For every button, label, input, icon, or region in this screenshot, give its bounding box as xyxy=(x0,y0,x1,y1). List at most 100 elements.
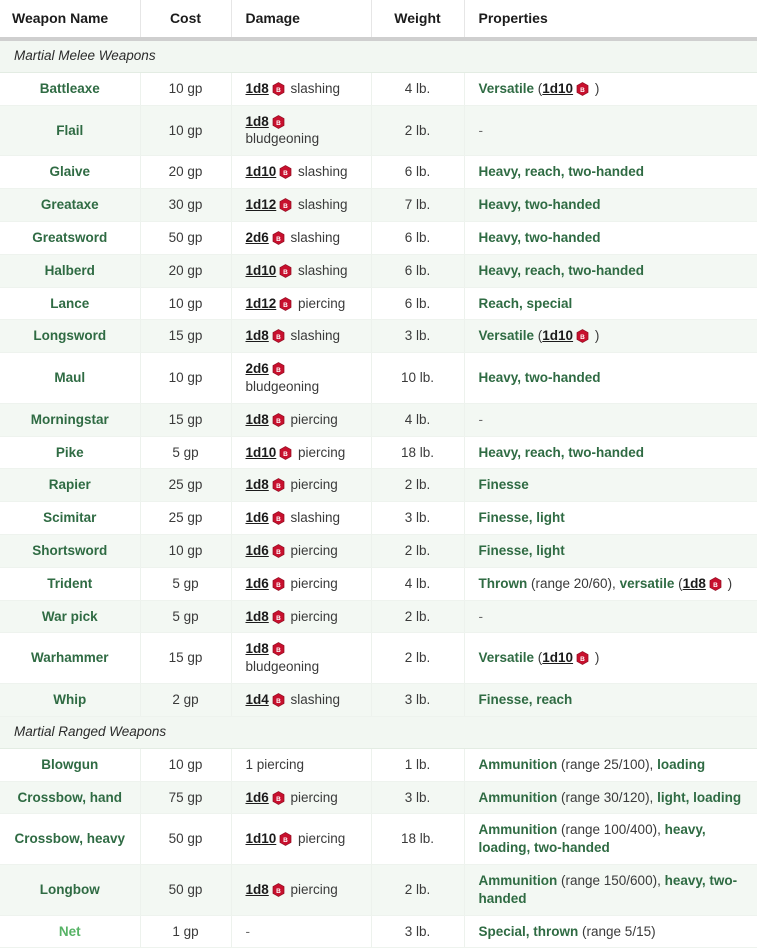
property-link[interactable]: Finesse, light xyxy=(479,510,565,525)
cell-damage: 1d8 B slashing xyxy=(231,72,372,106)
damage-dice-link[interactable]: 2d6 xyxy=(246,230,269,245)
damage-type-text: slashing xyxy=(294,164,348,180)
weapon-name-link[interactable]: Glaive xyxy=(49,164,90,179)
cell-weight: 6 lb. xyxy=(371,221,465,255)
damage-type-text: piercing xyxy=(294,295,346,311)
property-range-text: (range 150/600), xyxy=(557,872,665,888)
property-link[interactable]: Reach, special xyxy=(479,296,573,311)
property-link[interactable]: loading xyxy=(657,757,705,772)
damage-dice-link[interactable]: 1d8 xyxy=(246,328,269,343)
property-link[interactable]: Ammunition xyxy=(479,873,558,888)
damage-type-text: slashing xyxy=(286,328,341,344)
weapon-name-link[interactable]: Longbow xyxy=(40,882,100,897)
property-link[interactable]: Thrown xyxy=(479,576,528,591)
property-link[interactable]: Versatile xyxy=(479,650,535,665)
property-dice-link[interactable]: 1d10 xyxy=(542,650,573,665)
property-link[interactable]: Heavy, two-handed xyxy=(479,230,601,245)
cell-properties: Heavy, reach, two-handed xyxy=(464,155,757,190)
property-link[interactable]: Special, thrown xyxy=(479,924,579,939)
damage-dice-link[interactable]: 1d10 xyxy=(246,164,277,179)
weapon-name-link[interactable]: Warhammer xyxy=(31,650,109,665)
dice-roll-icon: B xyxy=(279,445,292,460)
property-link[interactable]: Finesse, light xyxy=(479,543,565,558)
weapon-name-link[interactable]: Battleaxe xyxy=(40,81,100,96)
cell-weight: 4 lb. xyxy=(371,72,465,106)
weapon-name-link[interactable]: Greatsword xyxy=(32,230,107,245)
damage-dice-link[interactable]: 1d6 xyxy=(246,576,269,591)
property-link[interactable]: Versatile xyxy=(479,328,535,343)
property-dice-link[interactable]: 1d10 xyxy=(542,328,573,343)
svg-text:B: B xyxy=(276,236,281,243)
damage-dice-link[interactable]: 1d10 xyxy=(246,445,277,460)
damage-dice-link[interactable]: 1d6 xyxy=(246,790,269,805)
weapon-name-link[interactable]: Greataxe xyxy=(41,197,99,212)
cell-properties: Versatile (1d10 B ) xyxy=(464,72,757,106)
weapon-name-link[interactable]: Rapier xyxy=(49,477,91,492)
cell-damage: 2d6 B bludgeoning xyxy=(231,352,372,404)
damage-dice-link[interactable]: 1d8 xyxy=(246,641,269,656)
property-link[interactable]: Heavy, reach, two-handed xyxy=(479,445,645,460)
cell-damage: 2d6 B slashing xyxy=(231,221,372,255)
property-link[interactable]: Heavy, reach, two-handed xyxy=(479,164,645,179)
cell-cost: 10 gp xyxy=(140,105,232,157)
damage-dice-link[interactable]: 1d8 xyxy=(246,412,269,427)
weapon-name-link[interactable]: Flail xyxy=(56,123,83,138)
property-link[interactable]: Ammunition xyxy=(479,822,558,837)
property-link[interactable]: Ammunition xyxy=(479,790,558,805)
property-link[interactable]: versatile xyxy=(620,576,675,591)
property-link[interactable]: light, loading xyxy=(657,790,741,805)
damage-dice-link[interactable]: 1d12 xyxy=(246,296,277,311)
cell-weight: 7 lb. xyxy=(371,188,465,222)
weapon-name-link[interactable]: Pike xyxy=(56,445,84,460)
property-dice-link[interactable]: 1d10 xyxy=(542,81,573,96)
weapon-name-link[interactable]: Morningstar xyxy=(31,412,109,427)
weapon-name-link[interactable]: War pick xyxy=(42,609,98,624)
weapon-name-link[interactable]: Maul xyxy=(54,370,85,385)
damage-dice-link[interactable]: 1d6 xyxy=(246,510,269,525)
weapon-name-link[interactable]: Trident xyxy=(47,576,92,591)
dice-roll-icon: B xyxy=(279,198,292,212)
weapon-name-link[interactable]: Lance xyxy=(50,296,89,311)
damage-dice-link[interactable]: 1d8 xyxy=(246,81,269,96)
weapon-name-link[interactable]: Crossbow, hand xyxy=(17,790,122,805)
weapon-name-link[interactable]: Longsword xyxy=(33,328,106,343)
damage-dice-link[interactable]: 1d8 xyxy=(246,882,269,897)
property-link[interactable]: Finesse, reach xyxy=(479,692,573,707)
cell-weight: 3 lb. xyxy=(371,781,465,815)
table-row: Lance 10 gp 1d12 B piercing 6 lb. Reach, spec… xyxy=(0,287,757,321)
property-dice-link[interactable]: 1d8 xyxy=(683,576,706,591)
damage-dice-link[interactable]: 1d8 xyxy=(246,114,269,129)
damage-dice-link[interactable]: 2d6 xyxy=(246,361,269,376)
property-link[interactable]: Ammunition xyxy=(479,757,558,772)
property-link[interactable]: Versatile xyxy=(479,81,535,96)
cell-cost: 10 gp xyxy=(140,352,232,404)
cell-weapon-name: Glaive xyxy=(0,155,141,190)
damage-dice-link[interactable]: 1d10 xyxy=(246,263,277,278)
damage-dice-link[interactable]: 1d12 xyxy=(246,197,277,212)
cell-weapon-name: Greatsword xyxy=(0,221,141,255)
weapon-name-link[interactable]: Crossbow, heavy xyxy=(14,831,125,846)
damage-dice-link[interactable]: 1d8 xyxy=(246,477,269,492)
weapon-name-link[interactable]: Shortsword xyxy=(32,543,107,558)
damage-dice-link[interactable]: 1d10 xyxy=(246,831,277,846)
cell-cost: 50 gp xyxy=(140,813,232,865)
damage-dice-link[interactable]: 1d6 xyxy=(246,543,269,558)
property-link[interactable]: Heavy, two-handed xyxy=(479,370,601,385)
property-link[interactable]: Heavy, two-handed xyxy=(479,197,601,212)
weapon-name-link[interactable]: Whip xyxy=(53,692,86,707)
damage-type-text: piercing xyxy=(286,881,338,897)
weapon-name-link[interactable]: Blowgun xyxy=(41,757,98,772)
table-row: Longbow 50 gp 1d8 B piercing 2 lb. Ammunition… xyxy=(0,864,757,916)
header-row: Weapon Name Cost Damage Weight Propertie… xyxy=(0,0,757,37)
svg-text:B: B xyxy=(276,582,281,589)
property-link[interactable]: Heavy, reach, two-handed xyxy=(479,263,645,278)
table-row: Morningstar 15 gp 1d8 B piercing 4 lb. - xyxy=(0,403,757,437)
cell-properties: Heavy, reach, two-handed xyxy=(464,436,757,470)
damage-type-text: slashing xyxy=(286,510,341,526)
property-link[interactable]: Finesse xyxy=(479,477,529,492)
weapon-name-link[interactable]: Halberd xyxy=(45,263,95,278)
weapon-name-link[interactable]: Scimitar xyxy=(43,510,96,525)
damage-dice-link[interactable]: 1d8 xyxy=(246,609,269,624)
damage-dice-link[interactable]: 1d4 xyxy=(246,692,269,707)
weapon-name-link[interactable]: Net xyxy=(59,924,81,939)
